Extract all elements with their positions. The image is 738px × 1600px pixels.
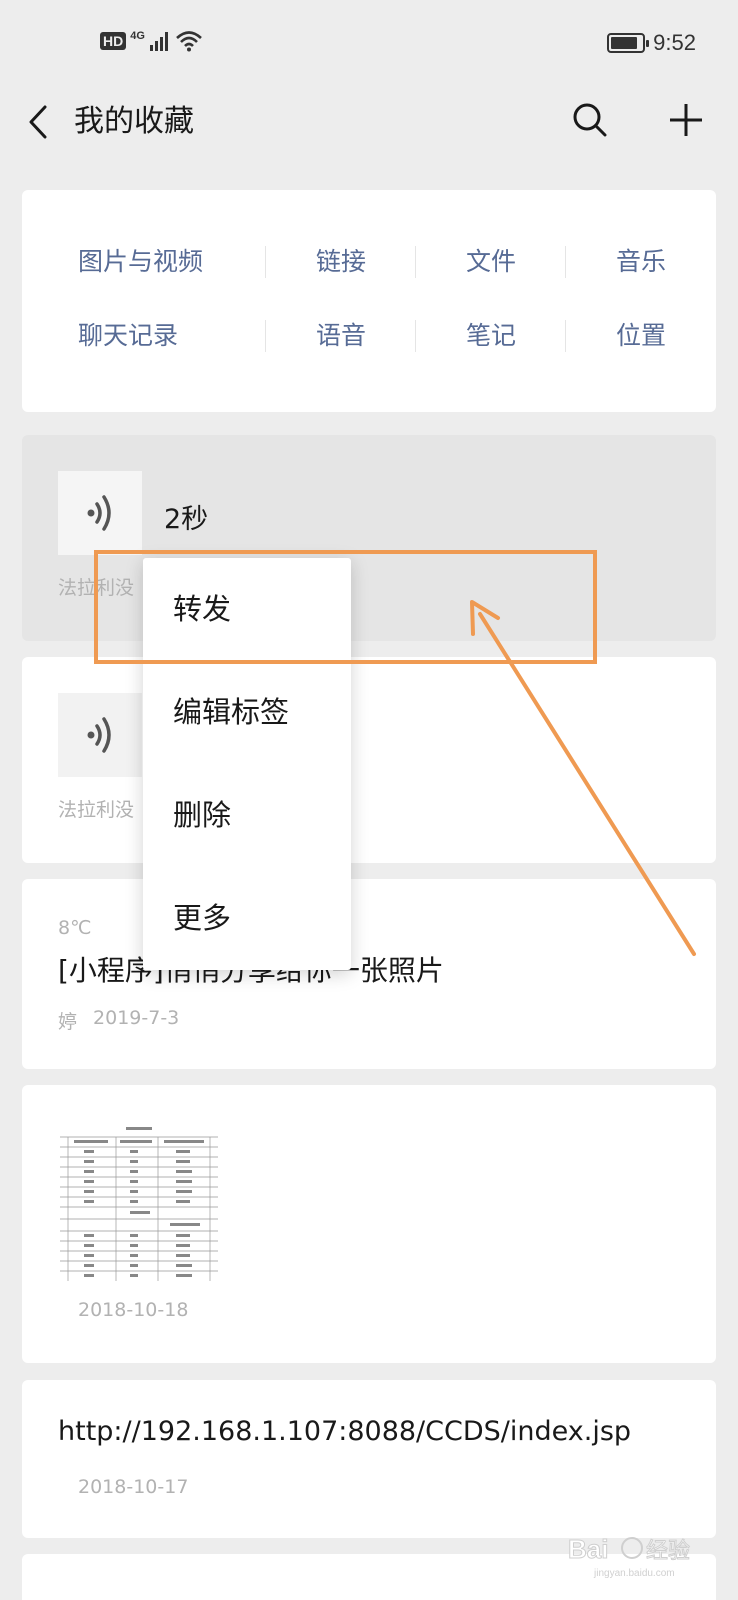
- hd-badge: HD: [100, 32, 127, 50]
- menu-item-delete[interactable]: 删除: [143, 764, 351, 867]
- context-menu: 转发 编辑标签 删除 更多: [143, 558, 351, 970]
- voice-source: 法拉利没: [58, 577, 135, 599]
- item-date: 2018-10-17: [78, 1476, 189, 1498]
- item-date: 2018-10-18: [78, 1299, 189, 1321]
- signal-icon: [149, 32, 168, 51]
- clock: 9:52: [653, 30, 696, 55]
- search-button[interactable]: [568, 98, 612, 142]
- spreadsheet-image: [60, 1123, 218, 1281]
- category-music[interactable]: 音乐: [566, 240, 716, 284]
- category-row: 图片与视频 链接 文件 音乐: [22, 240, 716, 284]
- menu-item-more[interactable]: 更多: [143, 867, 351, 970]
- voice-duration: 2秒: [164, 504, 209, 535]
- status-bar: HD 4G 9:52: [0, 0, 738, 90]
- category-voice[interactable]: 语音: [266, 314, 416, 358]
- favorite-image-item[interactable]: 2018-10-18: [22, 1085, 716, 1363]
- page-title: 我的收藏: [74, 104, 194, 139]
- wifi-icon: [176, 31, 202, 52]
- nav-bar: 我的收藏: [0, 90, 738, 162]
- voice-source: 法拉利没: [58, 799, 135, 821]
- status-left: HD 4G: [100, 30, 203, 52]
- item-date: 2019-7-3: [93, 1007, 180, 1029]
- category-location[interactable]: 位置: [566, 314, 716, 358]
- category-row: 聊天记录 语音 笔记 位置: [22, 314, 716, 358]
- back-button[interactable]: [20, 100, 56, 144]
- category-chat-history[interactable]: 聊天记录: [22, 314, 266, 358]
- voice-wave-icon: [87, 717, 111, 753]
- mini-program-temperature: 8℃: [58, 917, 92, 939]
- battery-icon: [607, 33, 650, 53]
- favorite-voice-item[interactable]: 法拉利没: [22, 657, 716, 863]
- link-url: http://192.168.1.107:8088/CCDS/index.jsp: [58, 1416, 632, 1447]
- network-type: 4G: [130, 30, 145, 42]
- favorite-mini-program-item[interactable]: 8℃ [小程序]悄悄分享给你一张照片 婷 2019-7-3: [22, 879, 716, 1069]
- spreadsheet-thumbnail: [60, 1123, 218, 1281]
- voice-wave-icon: [87, 495, 111, 531]
- svg-text:经验: 经验: [646, 1539, 690, 1564]
- voice-thumbnail: [58, 693, 142, 777]
- plus-icon: [670, 104, 702, 136]
- svg-text:jingyan.baidu.com: jingyan.baidu.com: [593, 1568, 675, 1579]
- category-card: 图片与视频 链接 文件 音乐 聊天记录 语音 笔记 位置: [22, 190, 716, 412]
- item-author: 婷: [58, 1011, 78, 1033]
- favorite-link-item[interactable]: http://192.168.1.107:8088/CCDS/index.jsp…: [22, 1380, 716, 1538]
- menu-item-forward[interactable]: 转发: [143, 558, 351, 661]
- category-files[interactable]: 文件: [416, 240, 566, 284]
- menu-item-edit-tags[interactable]: 编辑标签: [143, 661, 351, 764]
- item-meta: 婷 2019-7-3: [58, 1007, 179, 1034]
- category-notes[interactable]: 笔记: [416, 314, 566, 358]
- category-links[interactable]: 链接: [266, 240, 416, 284]
- baidu-jingyan-watermark: Bai 经验 jingyan.baidu.com: [568, 1534, 691, 1580]
- add-button[interactable]: [664, 98, 708, 142]
- voice-thumbnail: [58, 471, 142, 555]
- search-icon: [573, 103, 607, 137]
- chevron-left-icon: [29, 105, 47, 139]
- svg-text:Bai: Bai: [568, 1534, 608, 1564]
- status-right: 9:52: [607, 30, 696, 56]
- battery-level: [611, 37, 637, 49]
- favorite-voice-item[interactable]: 2秒 法拉利没: [22, 435, 716, 641]
- category-images-videos[interactable]: 图片与视频: [22, 240, 266, 284]
